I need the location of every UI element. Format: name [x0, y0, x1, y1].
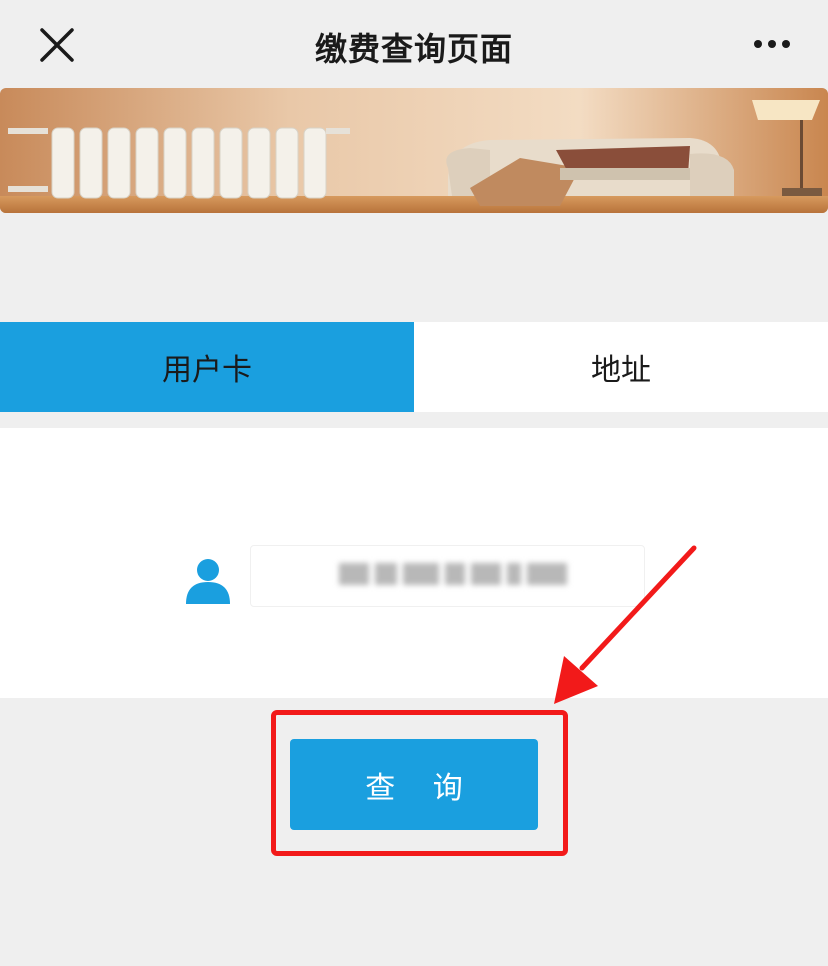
page-title: 缴费查询页面 — [314, 30, 513, 68]
banner-image — [0, 88, 828, 213]
top-bar: 缴费查询页面 — [0, 0, 828, 88]
user-icon — [186, 559, 230, 604]
query-mode-tabs: 用户卡 地址 — [0, 322, 828, 412]
query-button[interactable]: 查 询 — [290, 739, 538, 830]
more-dots-icon[interactable] — [748, 30, 796, 58]
annotation-arrow-icon — [554, 545, 697, 704]
tab-address[interactable]: 地址 — [414, 322, 828, 412]
tab-user-card[interactable]: 用户卡 — [0, 322, 414, 412]
